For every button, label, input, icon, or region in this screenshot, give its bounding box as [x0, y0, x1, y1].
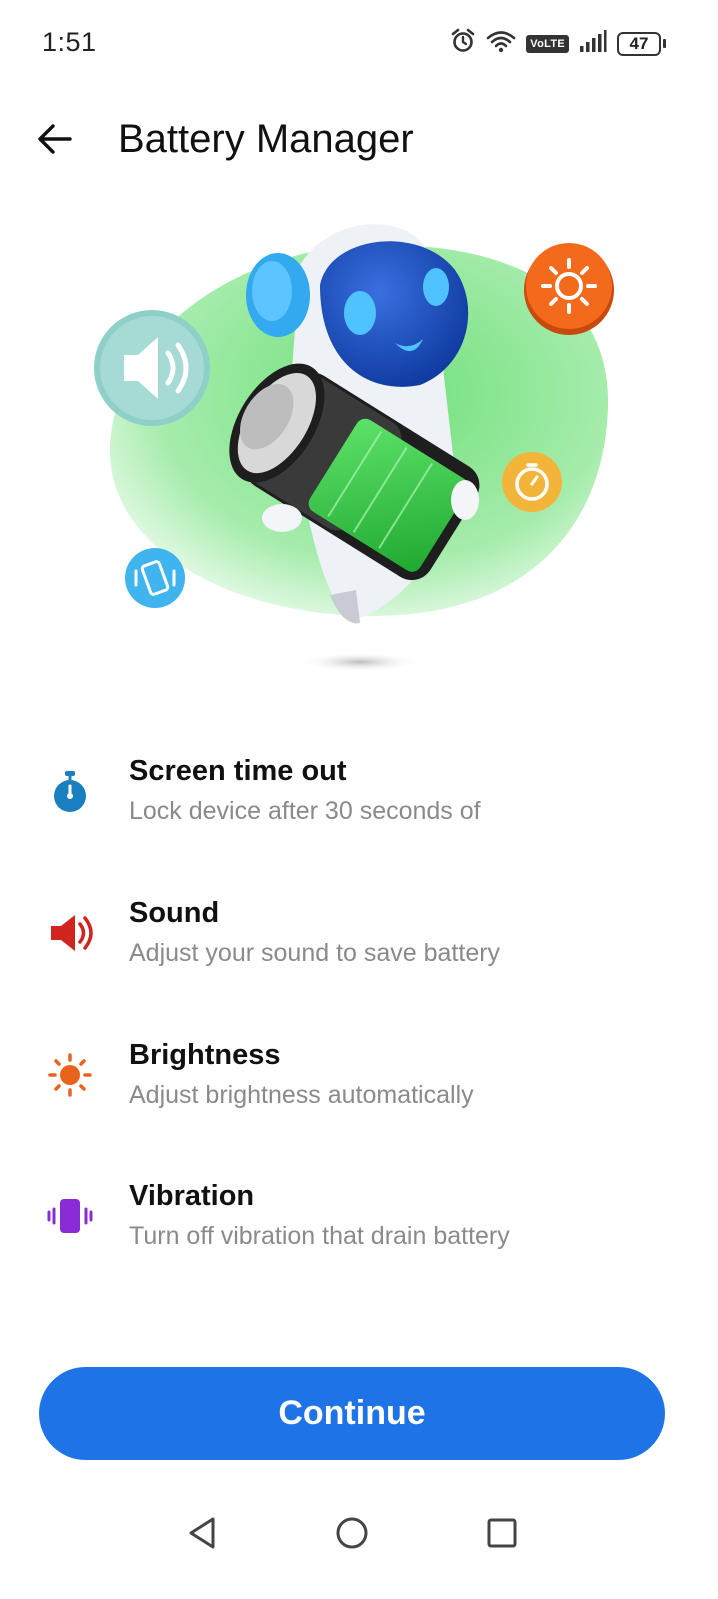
feature-item-brightness[interactable]: Brightness Adjust brightness automatical… — [0, 1029, 718, 1139]
vibration-icon — [44, 1190, 96, 1242]
sun-icon — [44, 1049, 96, 1101]
app-bar: Battery Manager — [0, 100, 718, 180]
nav-recents-button[interactable] — [477, 1508, 527, 1558]
feature-description: Turn off vibration that drain battery — [129, 1222, 510, 1250]
feature-title: Screen time out — [129, 755, 347, 787]
back-button[interactable] — [30, 114, 80, 164]
status-time: 1:51 — [42, 27, 97, 57]
volte-icon: VoLTE — [526, 34, 569, 53]
timer-icon — [44, 765, 96, 817]
battery-icon: 47 — [617, 31, 666, 56]
feature-title: Vibration — [129, 1180, 255, 1212]
system-nav-bar — [0, 1490, 718, 1570]
arrow-left-icon — [38, 124, 72, 154]
battery-level: 47 — [617, 31, 661, 56]
feature-description: Adjust your sound to save battery — [129, 939, 501, 967]
nav-back-button[interactable] — [177, 1508, 227, 1558]
status-bar: 1:51 VoLTE 47 — [0, 0, 718, 90]
recents-square-icon — [487, 1518, 517, 1548]
signal-icon — [579, 29, 607, 58]
feature-title: Brightness — [129, 1039, 281, 1071]
continue-button[interactable]: Continue — [39, 1367, 665, 1460]
page-title: Battery Manager — [118, 117, 414, 161]
feature-description: Adjust brightness automatically — [129, 1081, 474, 1109]
feature-item-screen-time-out[interactable]: Screen time out Lock device after 30 sec… — [0, 745, 718, 855]
back-triangle-icon — [189, 1517, 215, 1549]
nav-home-button[interactable] — [327, 1508, 377, 1558]
vibration-bubble-icon — [125, 548, 185, 608]
wifi-icon — [486, 29, 516, 58]
sound-bubble-icon — [94, 310, 210, 426]
feature-title: Sound — [129, 897, 220, 929]
home-circle-icon — [336, 1517, 368, 1549]
status-icons: VoLTE 47 — [450, 28, 666, 59]
feature-item-sound[interactable]: Sound Adjust your sound to save battery — [0, 887, 718, 997]
timer-bubble-icon — [502, 452, 562, 512]
hero-illustration — [0, 195, 718, 695]
feature-description: Lock device after 30 seconds of — [129, 797, 481, 825]
alarm-icon — [450, 28, 476, 59]
feature-item-vibration[interactable]: Vibration Turn off vibration that drain … — [0, 1170, 718, 1280]
brightness-bubble-icon — [524, 243, 614, 335]
speaker-icon — [44, 907, 96, 959]
